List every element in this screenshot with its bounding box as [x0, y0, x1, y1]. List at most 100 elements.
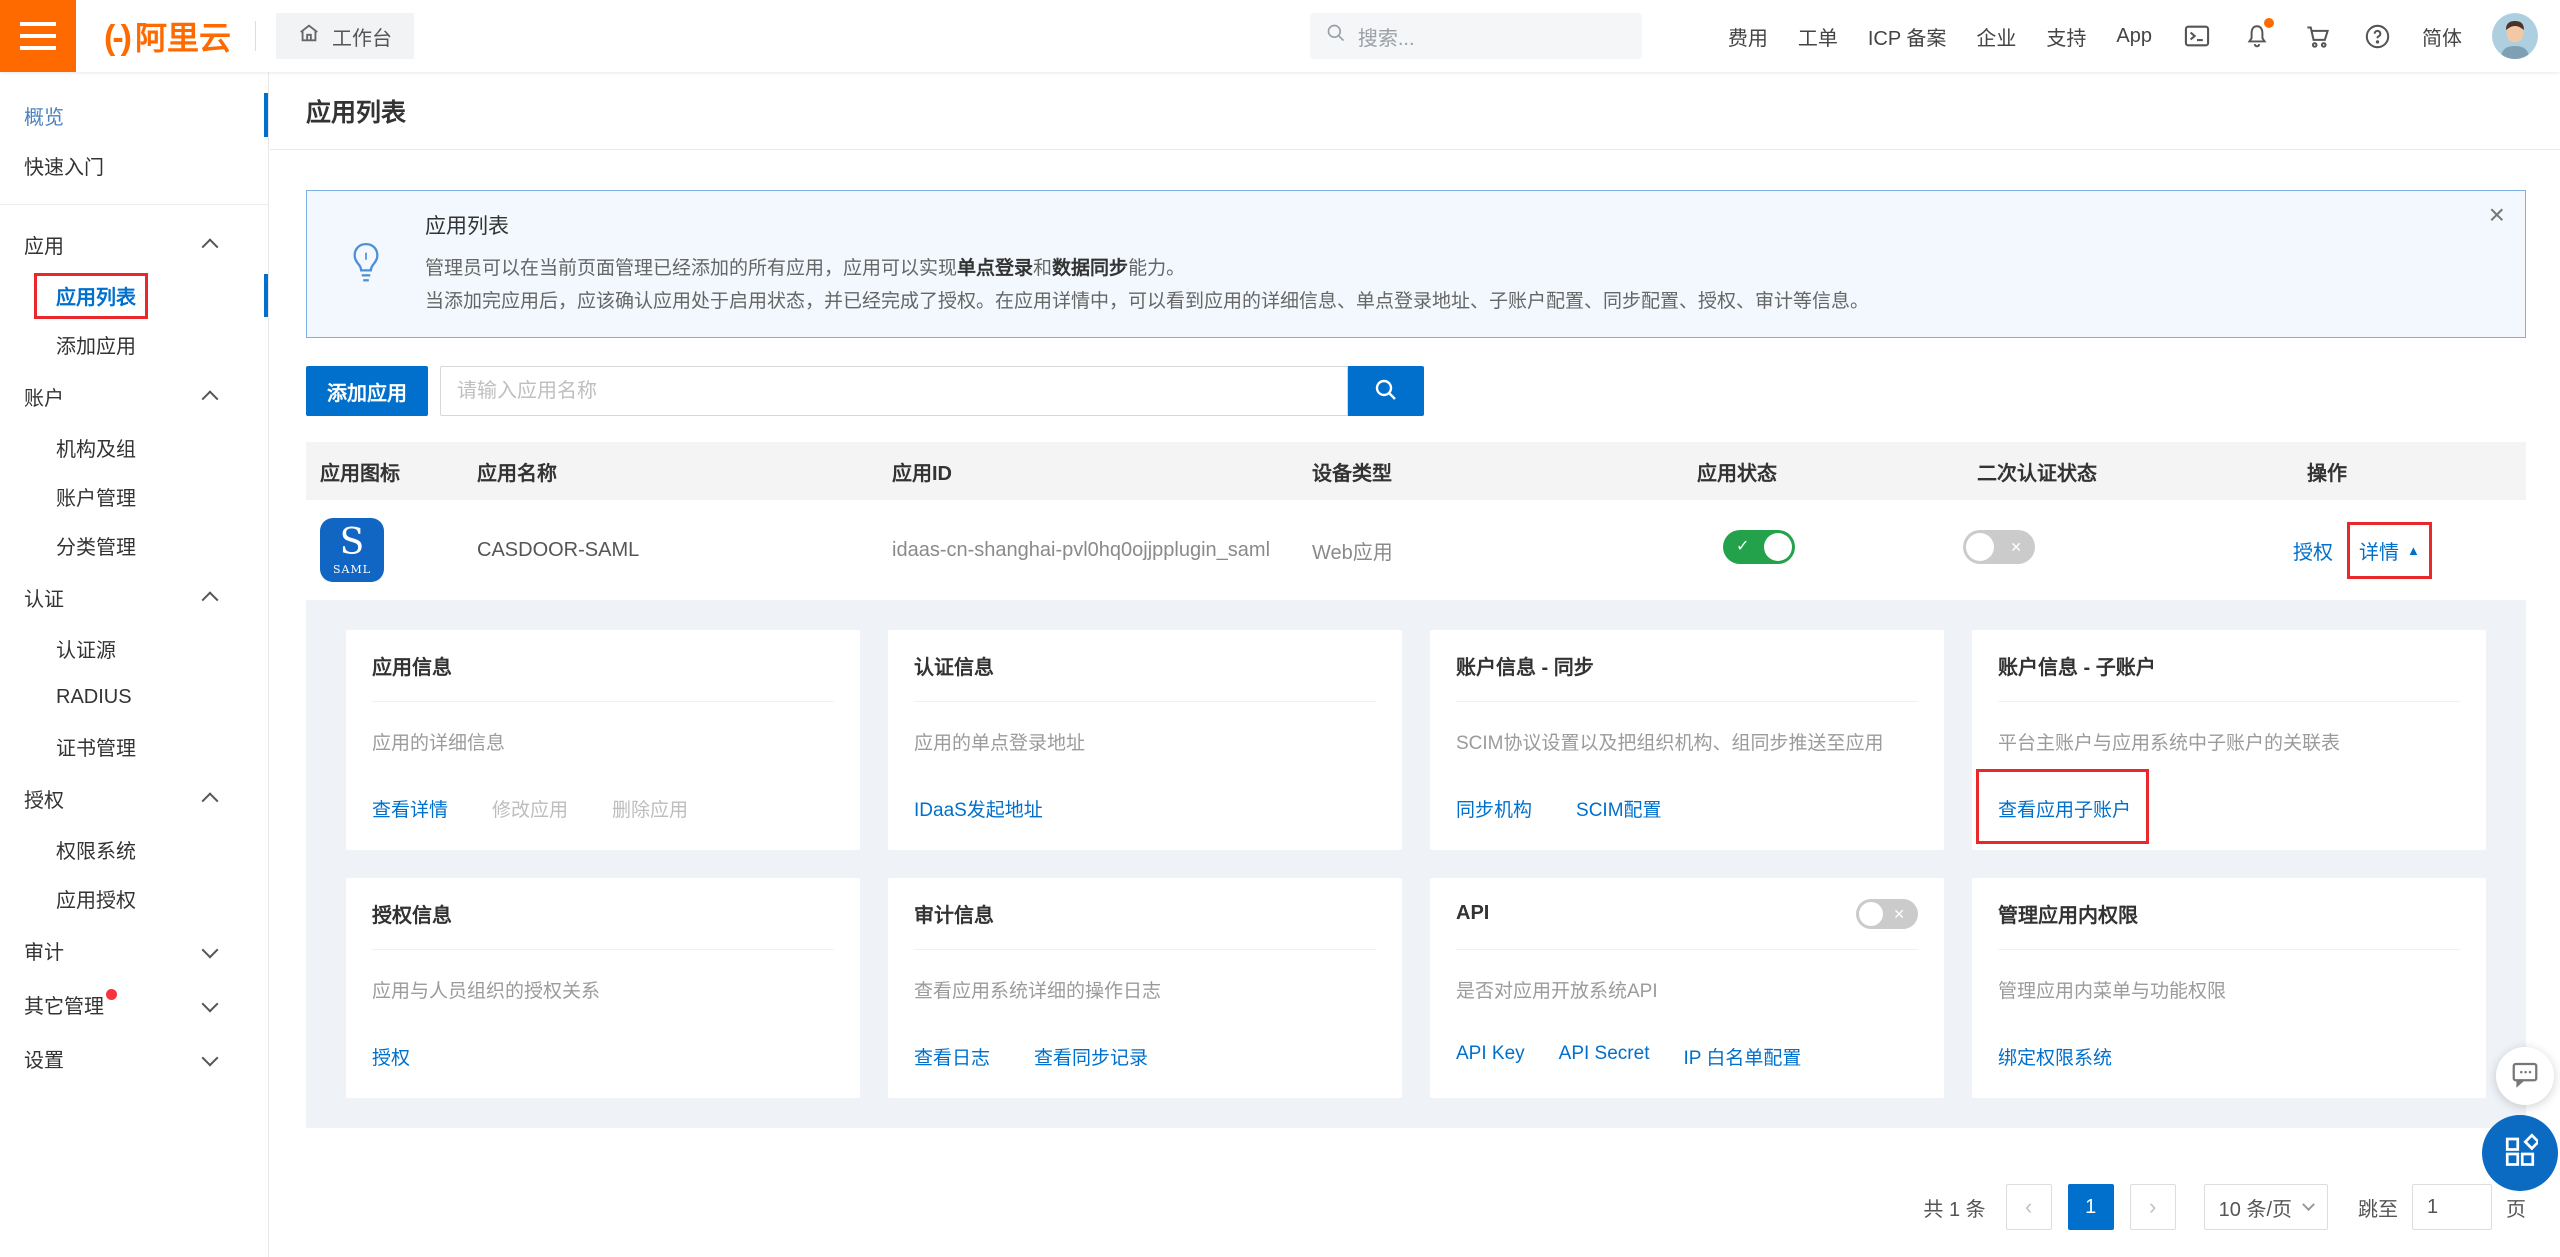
sidebar-divider — [0, 204, 268, 205]
global-search-placeholder: 搜索... — [1358, 22, 1415, 51]
card-desc: 应用与人员组织的授权关系 — [372, 976, 834, 1003]
hamburger-menu-icon[interactable] — [0, 0, 76, 72]
jump-page-input[interactable] — [2412, 1184, 2492, 1230]
sidebar-active-bar — [264, 274, 268, 317]
device-type-cell: Web应用 — [1298, 536, 1683, 565]
card-sub-account: 账户信息 - 子账户 平台主账户与应用系统中子账户的关联表 查看应用子账户 — [1972, 630, 2486, 850]
sidebar-item-auth-source[interactable]: 认证源 — [0, 624, 268, 673]
2fa-status-toggle-off[interactable]: ✕ — [1963, 530, 2035, 564]
add-app-button[interactable]: 添加应用 — [306, 366, 428, 416]
feedback-chat-icon — [2510, 1059, 2540, 1094]
sidebar-group-other-mgmt[interactable]: 其它管理 — [0, 977, 268, 1031]
banner-line-2: 当添加完应用后，应该确认应用处于启用状态，并已经完成了授权。在应用详情中，可以看… — [425, 285, 1869, 318]
notifications-bell-icon[interactable] — [2242, 21, 2272, 51]
sidebar-item-org-groups[interactable]: 机构及组 — [0, 423, 268, 472]
sidebar-item-overview[interactable]: 概览 — [0, 90, 268, 140]
sidebar-item-permission-system[interactable]: 权限系统 — [0, 825, 268, 874]
sidebar-item-account-mgmt[interactable]: 账户管理 — [0, 472, 268, 521]
sidebar: 概览 快速入门 应用 应用列表 添加应用 账户 机构及组 账户管理 — [0, 72, 269, 1257]
page-size-select[interactable]: 10 条/页 — [2204, 1184, 2328, 1230]
chevron-up-icon — [202, 390, 219, 407]
banner-line-1: 管理员可以在当前页面管理已经添加的所有应用，应用可以实现单点登录和数据同步能力。 — [425, 252, 1869, 285]
search-button[interactable] — [1348, 366, 1424, 416]
card-title: API — [1456, 902, 1489, 925]
banner-line1-bold-sso: 单点登录 — [957, 258, 1033, 279]
nav-item-billing[interactable]: 费用 — [1728, 22, 1768, 51]
view-sub-account-link[interactable]: 查看应用子账户 — [1998, 800, 2131, 821]
next-page-button[interactable]: › — [2130, 1184, 2176, 1230]
main-content: 应用列表 应用列表 管理员可以在当前页面管理已经添加的所有应用，应用可以实现单点… — [270, 72, 2560, 1257]
workbench-button[interactable]: 工作台 — [276, 13, 414, 59]
api-key-link[interactable]: API Key — [1456, 1043, 1525, 1070]
authorize-link[interactable]: 授权 — [2293, 536, 2333, 565]
app-detail-panel: 应用信息 应用的详细信息 查看详情 修改应用 删除应用 认证信息 应用的单点登录… — [306, 600, 2526, 1128]
nav-item-enterprise[interactable]: 企业 — [1976, 22, 2016, 51]
pagination-total: 共 1 条 — [1923, 1193, 1985, 1222]
sidebar-item-app-authorization[interactable]: 应用授权 — [0, 874, 268, 923]
cloudshell-icon[interactable] — [2182, 21, 2212, 51]
view-detail-link[interactable]: 查看详情 — [372, 795, 448, 822]
sidebar-group-authorization[interactable]: 授权 — [0, 771, 268, 825]
sidebar-active-bar — [264, 93, 268, 137]
detail-link[interactable]: 详情 — [2359, 536, 2399, 565]
nav-item-support[interactable]: 支持 — [2046, 22, 2086, 51]
idaas-initiate-link[interactable]: IDaaS发起地址 — [914, 795, 1043, 822]
sidebar-item-add-app[interactable]: 添加应用 — [0, 320, 268, 369]
card-auth-info: 认证信息 应用的单点登录地址 IDaaS发起地址 — [888, 630, 1402, 850]
modify-app-link[interactable]: 修改应用 — [492, 795, 568, 822]
check-icon: ✓ — [1736, 530, 1749, 564]
pagination: 共 1 条 ‹ 1 › 10 条/页 跳至 页 — [306, 1184, 2526, 1250]
sidebar-item-app-list[interactable]: 应用列表 — [0, 271, 268, 320]
authorize-card-link[interactable]: 授权 — [372, 1043, 410, 1070]
page-size-value: 10 条/页 — [2219, 1193, 2292, 1222]
sidebar-item-radius[interactable]: RADIUS — [0, 673, 268, 722]
sidebar-group-account[interactable]: 账户 — [0, 369, 268, 423]
view-sync-records-link[interactable]: 查看同步记录 — [1034, 1043, 1148, 1070]
sidebar-item-category-mgmt[interactable]: 分类管理 — [0, 521, 268, 570]
operations-cell: 授权 详情 ▲ — [2293, 536, 2526, 565]
sidebar-group-audit[interactable]: 审计 — [0, 923, 268, 977]
sidebar-group-settings[interactable]: 设置 — [0, 1031, 268, 1085]
prev-page-button[interactable]: ‹ — [2006, 1184, 2052, 1230]
locale-switcher[interactable]: 简体 — [2422, 22, 2462, 51]
card-title: 授权信息 — [372, 899, 452, 928]
api-secret-link[interactable]: API Secret — [1559, 1043, 1650, 1070]
card-title: 账户信息 - 子账户 — [1998, 651, 2156, 680]
sidebar-item-quickstart[interactable]: 快速入门 — [0, 140, 268, 190]
app-id-cell: idaas-cn-shanghai-pvl0hq0ojjpplugin_saml — [878, 539, 1298, 562]
app-status-toggle-on[interactable]: ✓ — [1723, 530, 1795, 564]
card-title: 认证信息 — [914, 651, 994, 680]
card-desc: 应用的单点登录地址 — [914, 728, 1376, 755]
banner-body: 应用列表 管理员可以在当前页面管理已经添加的所有应用，应用可以实现单点登录和数据… — [425, 210, 1949, 318]
page-1-button[interactable]: 1 — [2068, 1184, 2114, 1230]
toolbar: 添加应用 — [306, 366, 2526, 416]
app-launcher-button[interactable] — [2482, 1115, 2558, 1191]
bind-permission-system-link[interactable]: 绑定权限系统 — [1998, 1043, 2112, 1070]
col-operations: 操作 — [2293, 457, 2526, 486]
avatar[interactable] — [2492, 13, 2538, 59]
cart-icon[interactable] — [2302, 21, 2332, 51]
sidebar-item-cert-mgmt[interactable]: 证书管理 — [0, 722, 268, 771]
ip-whitelist-link[interactable]: IP 白名单配置 — [1683, 1043, 1801, 1070]
banner-line1-bold-sync: 数据同步 — [1052, 258, 1128, 279]
sidebar-group-authentication[interactable]: 认证 — [0, 570, 268, 624]
help-icon[interactable] — [2362, 21, 2392, 51]
toggle-knob — [1859, 902, 1883, 926]
aliyun-logo[interactable]: (-) 阿里云 — [104, 13, 231, 59]
banner-line1-pre: 管理员可以在当前页面管理已经添加的所有应用，应用可以实现 — [425, 258, 957, 279]
sidebar-group-application[interactable]: 应用 — [0, 217, 268, 271]
chevron-up-icon — [202, 591, 219, 608]
delete-app-link[interactable]: 删除应用 — [612, 795, 688, 822]
feedback-button[interactable] — [2496, 1047, 2554, 1105]
app-search-input[interactable] — [440, 366, 1348, 416]
close-icon[interactable]: × — [2489, 201, 2505, 229]
nav-item-tickets[interactable]: 工单 — [1798, 22, 1838, 51]
api-toggle-off[interactable]: ✕ — [1856, 899, 1918, 929]
scim-config-link[interactable]: SCIM配置 — [1576, 795, 1662, 822]
global-search-input[interactable]: 搜索... — [1310, 13, 1642, 59]
nav-item-icp[interactable]: ICP 备案 — [1868, 22, 1947, 51]
view-logs-link[interactable]: 查看日志 — [914, 1043, 990, 1070]
card-audit-info: 审计信息 查看应用系统详细的操作日志 查看日志 查看同步记录 — [888, 878, 1402, 1098]
sync-org-link[interactable]: 同步机构 — [1456, 795, 1532, 822]
nav-item-app[interactable]: App — [2116, 25, 2152, 48]
